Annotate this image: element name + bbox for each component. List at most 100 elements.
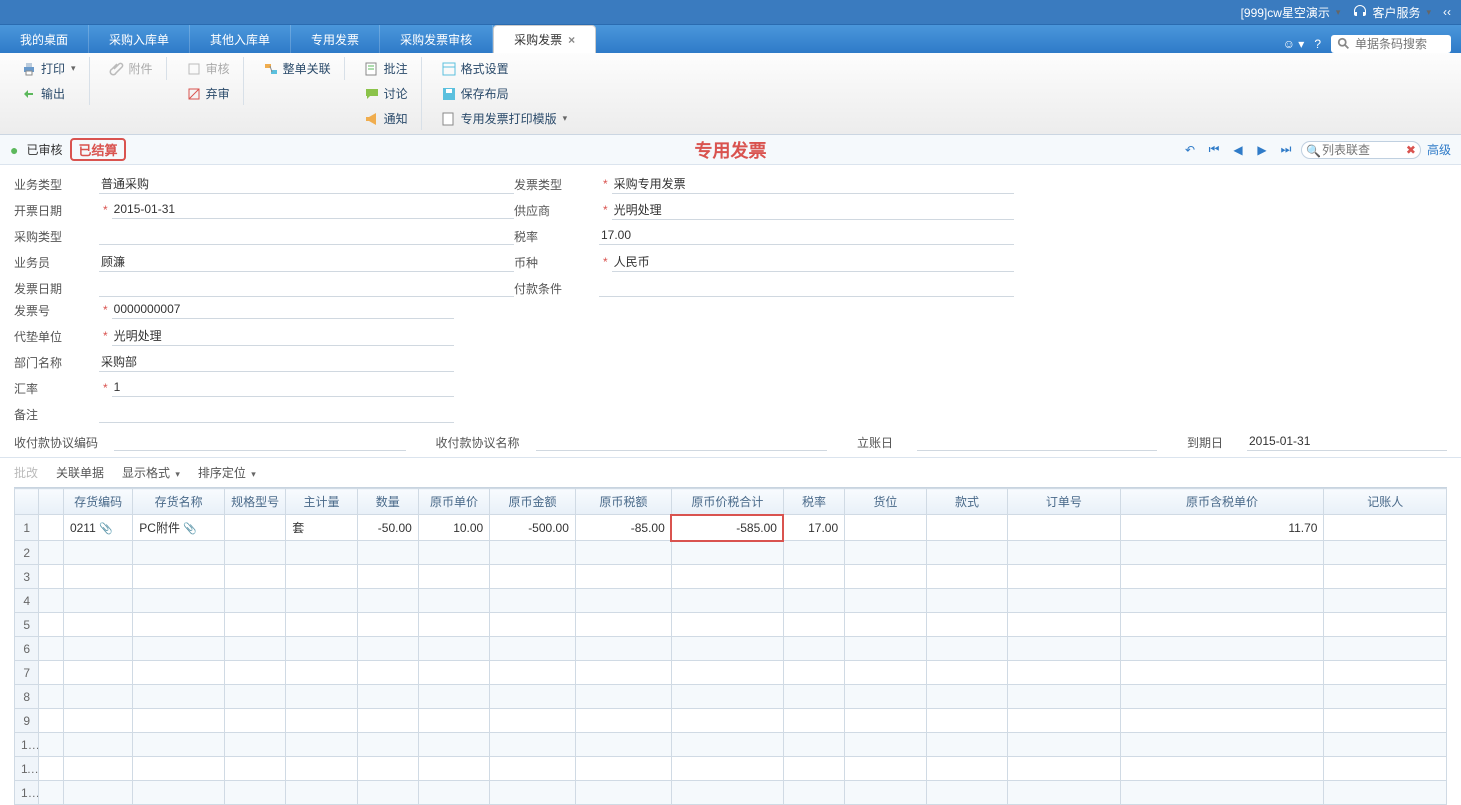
save-icon xyxy=(441,86,457,102)
col-accountant[interactable]: 记账人 xyxy=(1324,489,1447,515)
replace-value[interactable]: 光明处理 xyxy=(112,326,454,346)
nav-last-icon[interactable]: ⏭ xyxy=(1277,141,1295,159)
annotate-button[interactable]: 批注 xyxy=(359,57,413,80)
clerk-value[interactable]: 顾濂 xyxy=(99,252,514,272)
col-spec[interactable]: 规格型号 xyxy=(225,489,286,515)
nav-first-icon[interactable]: ⏮ xyxy=(1205,141,1223,159)
tab-invoice-audit[interactable]: 采购发票审核 xyxy=(380,25,493,53)
table-row[interactable]: 5 xyxy=(15,613,1447,637)
col-check[interactable] xyxy=(39,489,63,515)
list-search[interactable]: 🔍 ✖ xyxy=(1301,141,1421,159)
tab-desktop[interactable]: 我的桌面 xyxy=(0,25,89,53)
table-row[interactable]: 1 0211 📎 PC附件 📎 套 -50.0010.00-500.00 -85… xyxy=(15,515,1447,541)
col-unit[interactable]: 主计量 xyxy=(286,489,357,515)
acct-date-value[interactable] xyxy=(917,433,1157,451)
tab-purchase-in[interactable]: 采购入库单 xyxy=(89,25,190,53)
tab-special-invoice[interactable]: 专用发票 xyxy=(291,25,380,53)
reject-button[interactable]: 弃审 xyxy=(181,82,235,105)
open-date-value[interactable]: 2015-01-31 xyxy=(112,201,514,219)
col-taxprice[interactable]: 原币含税单价 xyxy=(1120,489,1324,515)
supplier-value[interactable]: 光明处理 xyxy=(612,200,1014,220)
dept-label: 部门名称 xyxy=(14,354,99,371)
invoice-date-label: 发票日期 xyxy=(14,280,99,297)
link-doc-button[interactable]: 关联单据 xyxy=(56,464,104,481)
smiley-icon[interactable]: ☺ ▾ xyxy=(1283,37,1305,51)
dept-value[interactable]: 采购部 xyxy=(99,352,454,372)
purch-type-value[interactable] xyxy=(99,227,514,245)
display-format-button[interactable]: 显示格式 ▾ xyxy=(122,464,180,481)
save-layout-button[interactable]: 保存布局 xyxy=(436,82,573,105)
remark-value[interactable] xyxy=(99,405,454,423)
tax-value[interactable]: 17.00 xyxy=(599,227,1014,245)
notify-button[interactable]: 通知 xyxy=(359,107,413,130)
payment-value[interactable] xyxy=(599,279,1014,297)
data-grid[interactable]: 存货编码 存货名称 规格型号 主计量 数量 原币单价 原币金额 原币税额 原币价… xyxy=(14,487,1447,805)
support-link[interactable]: 客户服务 ▾ xyxy=(1352,4,1431,21)
biz-type-value[interactable]: 普通采购 xyxy=(99,174,514,194)
table-row[interactable]: 6 xyxy=(15,637,1447,661)
collapse-icon[interactable]: ‹‹ xyxy=(1443,5,1451,19)
col-loc[interactable]: 货位 xyxy=(845,489,927,515)
proto-name-value[interactable] xyxy=(536,433,828,451)
discuss-button[interactable]: 讨论 xyxy=(359,82,413,105)
due-date-value[interactable]: 2015-01-31 xyxy=(1247,433,1447,451)
col-rate[interactable]: 税率 xyxy=(783,489,844,515)
help-icon[interactable]: ? xyxy=(1314,37,1321,51)
barcode-input[interactable] xyxy=(1355,37,1445,51)
nav-prev-icon[interactable]: ◀ xyxy=(1229,141,1247,159)
list-search-input[interactable] xyxy=(1322,143,1402,157)
stamp-icon xyxy=(186,61,202,77)
col-code[interactable]: 存货编码 xyxy=(63,489,132,515)
col-rownum[interactable] xyxy=(15,489,39,515)
table-row[interactable]: 4 xyxy=(15,589,1447,613)
col-qty[interactable]: 数量 xyxy=(357,489,418,515)
sort-button[interactable]: 排序定位 ▾ xyxy=(198,464,256,481)
advanced-link[interactable]: 高级 xyxy=(1427,141,1451,158)
close-icon[interactable]: × xyxy=(568,33,575,47)
template-button[interactable]: 专用发票打印模版▾ xyxy=(436,107,573,130)
tab-purchase-invoice[interactable]: 采购发票× xyxy=(493,25,596,53)
tab-other-in[interactable]: 其他入库单 xyxy=(190,25,291,53)
nav-next-icon[interactable]: ▶ xyxy=(1253,141,1271,159)
export-icon xyxy=(21,86,37,102)
col-name[interactable]: 存货名称 xyxy=(133,489,225,515)
due-date-label: 到期日 xyxy=(1187,434,1247,451)
chevron-down-icon: ▾ xyxy=(1336,7,1341,18)
paperclip-icon: 📎 xyxy=(183,523,197,535)
proto-code-value[interactable] xyxy=(114,433,406,451)
print-button[interactable]: 打印▾ xyxy=(16,57,81,80)
table-row[interactable]: 9 xyxy=(15,709,1447,733)
inv-type-value[interactable]: 采购专用发票 xyxy=(612,174,1014,194)
purch-type-label: 采购类型 xyxy=(14,228,99,245)
table-row[interactable]: 11 xyxy=(15,757,1447,781)
col-total[interactable]: 原币价税合计 xyxy=(671,489,783,515)
format-button[interactable]: 格式设置 xyxy=(436,57,573,80)
workspace-name[interactable]: [999]cw星空演示 ▾ xyxy=(1241,4,1341,21)
barcode-search[interactable] xyxy=(1331,35,1451,53)
tabbar: 我的桌面 采购入库单 其他入库单 专用发票 采购发票审核 采购发票× ☺ ▾ ? xyxy=(0,25,1461,53)
rate-value[interactable]: 1 xyxy=(112,379,454,397)
col-order[interactable]: 订单号 xyxy=(1008,489,1120,515)
col-style[interactable]: 款式 xyxy=(926,489,1008,515)
currency-value[interactable]: 人民币 xyxy=(612,252,1014,272)
export-button[interactable]: 输出 xyxy=(16,82,81,105)
col-tax[interactable]: 原币税额 xyxy=(575,489,671,515)
table-row[interactable]: 10 xyxy=(15,733,1447,757)
invoice-date-value[interactable] xyxy=(99,279,514,297)
note-icon xyxy=(364,61,380,77)
inv-type-label: 发票类型 xyxy=(514,176,599,193)
form-area: 业务类型普通采购 开票日期*2015-01-31 采购类型 业务员顾濂 发票日期… xyxy=(0,165,1461,457)
inv-no-value[interactable]: 0000000007 xyxy=(112,301,454,319)
clerk-label: 业务员 xyxy=(14,254,99,271)
clear-icon[interactable]: ✖ xyxy=(1406,143,1416,157)
table-row[interactable]: 2 xyxy=(15,541,1447,565)
table-row[interactable]: 12 xyxy=(15,781,1447,805)
col-amt[interactable]: 原币金额 xyxy=(490,489,576,515)
link-button[interactable]: 整单关联 xyxy=(258,57,336,80)
table-row[interactable]: 3 xyxy=(15,565,1447,589)
col-price[interactable]: 原币单价 xyxy=(418,489,489,515)
grid-toolbar: 批改 关联单据 显示格式 ▾ 排序定位 ▾ xyxy=(0,457,1461,487)
undo-icon[interactable]: ↶ xyxy=(1181,141,1199,159)
table-row[interactable]: 8 xyxy=(15,685,1447,709)
table-row[interactable]: 7 xyxy=(15,661,1447,685)
